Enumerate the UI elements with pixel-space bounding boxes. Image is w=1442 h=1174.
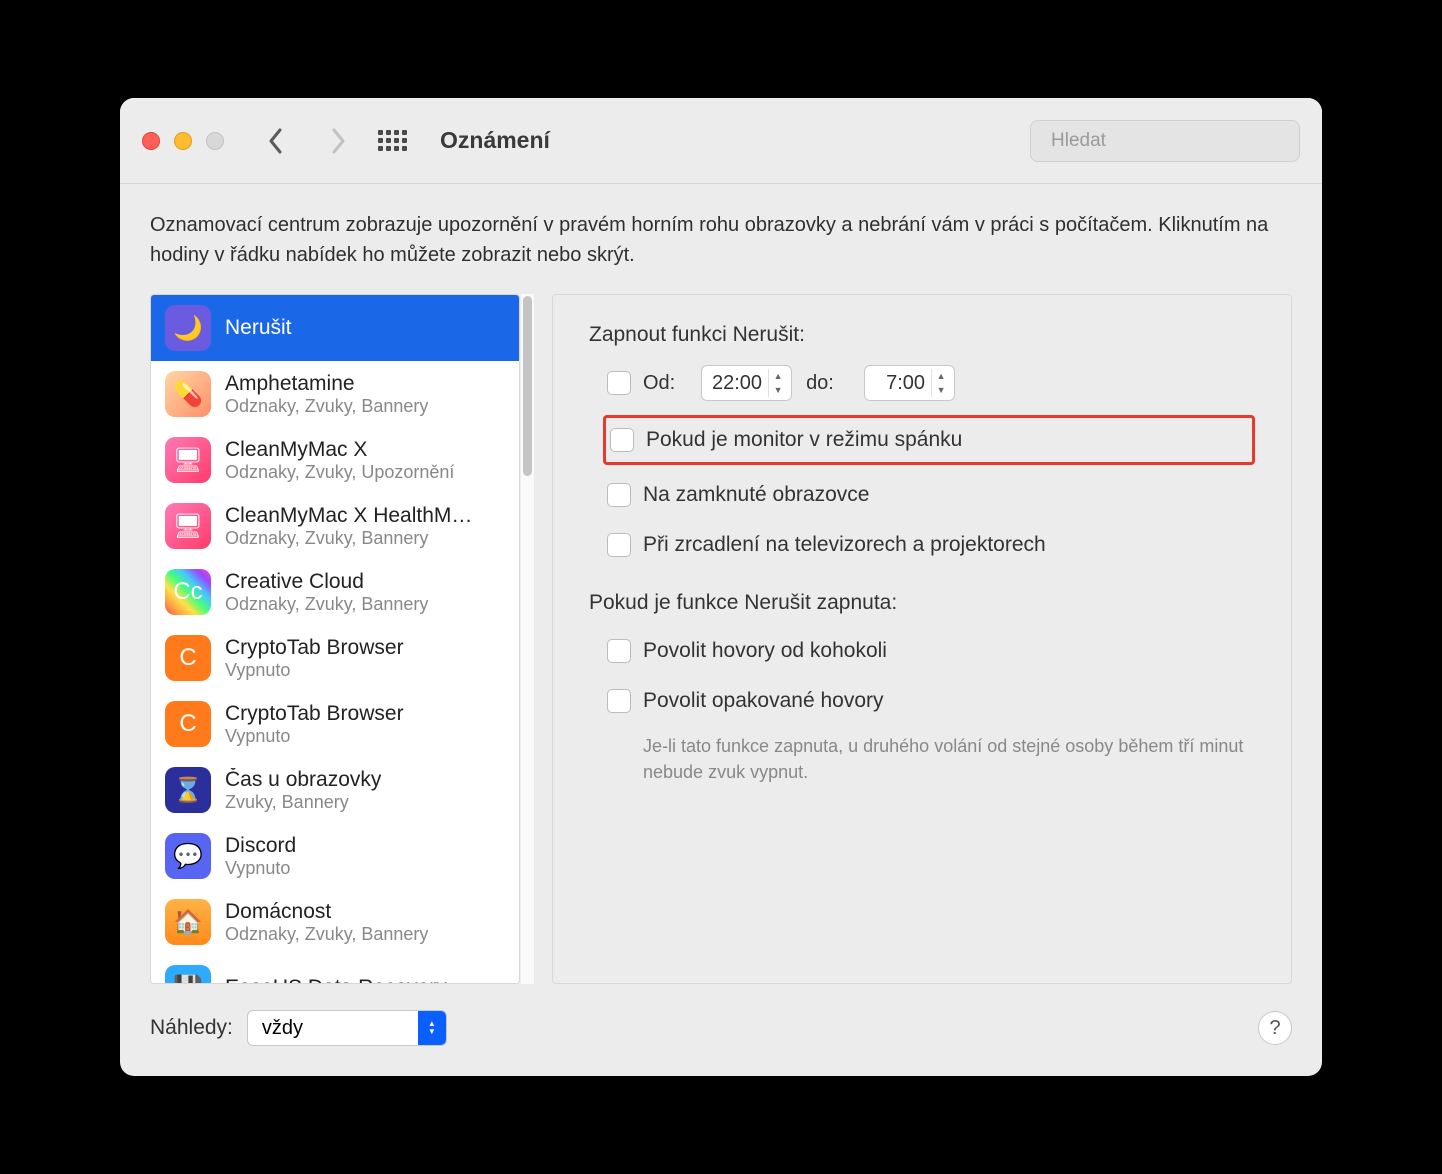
to-label: do: (806, 372, 850, 395)
app-subtitle: Odznaky, Zvuky, Bannery (225, 594, 428, 615)
from-time-value: 22:00 (712, 372, 768, 395)
allow-repeated-label: Povolit opakované hovory (643, 689, 884, 713)
discord-icon: 💬 (165, 833, 211, 879)
app-subtitle: Zvuky, Bannery (225, 792, 381, 813)
show-all-button[interactable] (378, 130, 408, 151)
sidebar-item[interactable]: Cc Creative CloudOdznaky, Zvuky, Bannery (151, 559, 519, 625)
allow-anyone-checkbox[interactable] (607, 639, 631, 663)
window-title: Oznámení (440, 127, 550, 154)
app-subtitle: Vypnuto (225, 726, 404, 747)
app-subtitle: Odznaky, Zvuky, Bannery (225, 396, 428, 417)
search-input[interactable] (1051, 130, 1296, 152)
from-time-stepper[interactable]: ▲▼ (768, 369, 787, 397)
app-name: EaseUS Data Recovery… (225, 976, 468, 984)
sidebar-scrollbar[interactable] (520, 294, 534, 984)
intro-text: Oznamovací centrum zobrazuje upozornění … (150, 210, 1292, 270)
traffic-lights (142, 132, 224, 150)
sidebar-item[interactable]: 🌙 Nerušit (151, 295, 519, 361)
app-name: Domácnost (225, 900, 428, 924)
search-box[interactable] (1030, 120, 1300, 162)
previews-label: Náhledy: (150, 1016, 233, 1040)
option-allow-repeated: Povolit opakované hovory (589, 683, 1255, 719)
monitor-sleep-checkbox[interactable] (610, 428, 634, 452)
app-name: Amphetamine (225, 372, 428, 396)
app-name: Čas u obrazovky (225, 768, 381, 792)
cleanmymac-icon: 🖥 (165, 503, 211, 549)
cryptotab-icon: C (165, 635, 211, 681)
app-name: CryptoTab Browser (225, 636, 404, 660)
sidebar-item[interactable]: 💾 EaseUS Data Recovery… (151, 955, 519, 984)
locked-screen-label: Na zamknuté obrazovce (643, 483, 869, 507)
footer: Náhledy: vždy ▲▼ ? (120, 984, 1322, 1076)
repeated-hint: Je-li tato funkce zapnuta, u druhého vol… (643, 733, 1255, 785)
creative-cloud-icon: Cc (165, 569, 211, 615)
to-time-stepper[interactable]: ▲▼ (931, 369, 950, 397)
previews-select[interactable]: vždy ▲▼ (247, 1010, 447, 1046)
preferences-window: Oznámení Oznamovací centrum zobrazuje up… (120, 98, 1322, 1076)
app-name: Discord (225, 834, 296, 858)
moon-icon: 🌙 (165, 305, 211, 351)
schedule-checkbox[interactable] (607, 371, 631, 395)
to-time-input[interactable]: 7:00 ▲▼ (864, 365, 955, 401)
sidebar-item[interactable]: C CryptoTab BrowserVypnuto (151, 625, 519, 691)
previews-value: vždy (262, 1017, 303, 1040)
app-name: CleanMyMac X (225, 438, 454, 462)
scrollbar-thumb[interactable] (523, 296, 532, 476)
forward-button[interactable] (326, 129, 350, 153)
cleanmymac-icon: 🖥 (165, 437, 211, 483)
sidebar-item[interactable]: 💬 DiscordVypnuto (151, 823, 519, 889)
app-name: Nerušit (225, 316, 292, 340)
sidebar-item[interactable]: 🖥 CleanMyMac XOdznaky, Zvuky, Upozornění (151, 427, 519, 493)
detail-panel: Zapnout funkci Nerušit: Od: 22:00 ▲▼ do:… (552, 294, 1292, 984)
from-time-input[interactable]: 22:00 ▲▼ (701, 365, 792, 401)
sidebar-item[interactable]: 🏠 DomácnostOdznaky, Zvuky, Bannery (151, 889, 519, 955)
help-button[interactable]: ? (1258, 1011, 1292, 1045)
mirroring-checkbox[interactable] (607, 533, 631, 557)
app-name: Creative Cloud (225, 570, 428, 594)
easeus-icon: 💾 (165, 965, 211, 984)
app-sidebar[interactable]: 🌙Nerušit💊AmphetamineOdznaky, Zvuky, Bann… (150, 294, 520, 984)
screentime-icon: ⌛ (165, 767, 211, 813)
home-icon: 🏠 (165, 899, 211, 945)
from-label: Od: (643, 372, 687, 395)
option-allow-anyone: Povolit hovory od kohokoli (589, 633, 1255, 669)
allow-anyone-label: Povolit hovory od kohokoli (643, 639, 887, 663)
app-name: CleanMyMac X HealthM… (225, 504, 472, 528)
locked-screen-checkbox[interactable] (607, 483, 631, 507)
app-subtitle: Vypnuto (225, 660, 404, 681)
sidebar-item[interactable]: 💊 AmphetamineOdznaky, Zvuky, Bannery (151, 361, 519, 427)
select-arrows-icon: ▲▼ (418, 1011, 446, 1045)
back-button[interactable] (264, 129, 288, 153)
zoom-window-button[interactable] (206, 132, 224, 150)
mirroring-label: Při zrcadlení na televizorech a projekto… (643, 533, 1046, 557)
section-turn-on-title: Zapnout funkci Nerušit: (589, 323, 1255, 347)
sidebar-item[interactable]: C CryptoTab BrowserVypnuto (151, 691, 519, 757)
app-name: CryptoTab Browser (225, 702, 404, 726)
amphetamine-icon: 💊 (165, 371, 211, 417)
minimize-window-button[interactable] (174, 132, 192, 150)
app-subtitle: Odznaky, Zvuky, Upozornění (225, 462, 454, 483)
option-monitor-sleep: Pokud je monitor v režimu spánku (606, 422, 962, 458)
option-schedule: Od: 22:00 ▲▼ do: 7:00 ▲▼ (589, 365, 1255, 401)
option-locked-screen: Na zamknuté obrazovce (589, 477, 1255, 513)
app-subtitle: Vypnuto (225, 858, 296, 879)
allow-repeated-checkbox[interactable] (607, 689, 631, 713)
sidebar-item[interactable]: 🖥 CleanMyMac X HealthM…Odznaky, Zvuky, Ba… (151, 493, 519, 559)
section-when-on-title: Pokud je funkce Nerušit zapnuta: (589, 591, 1255, 615)
app-subtitle: Odznaky, Zvuky, Bannery (225, 924, 428, 945)
close-window-button[interactable] (142, 132, 160, 150)
sidebar-item[interactable]: ⌛ Čas u obrazovkyZvuky, Bannery (151, 757, 519, 823)
app-subtitle: Odznaky, Zvuky, Bannery (225, 528, 472, 549)
to-time-value: 7:00 (875, 372, 931, 395)
monitor-sleep-label: Pokud je monitor v režimu spánku (646, 428, 962, 452)
cryptotab-icon: C (165, 701, 211, 747)
option-mirroring: Při zrcadlení na televizorech a projekto… (589, 527, 1255, 563)
titlebar: Oznámení (120, 98, 1322, 184)
